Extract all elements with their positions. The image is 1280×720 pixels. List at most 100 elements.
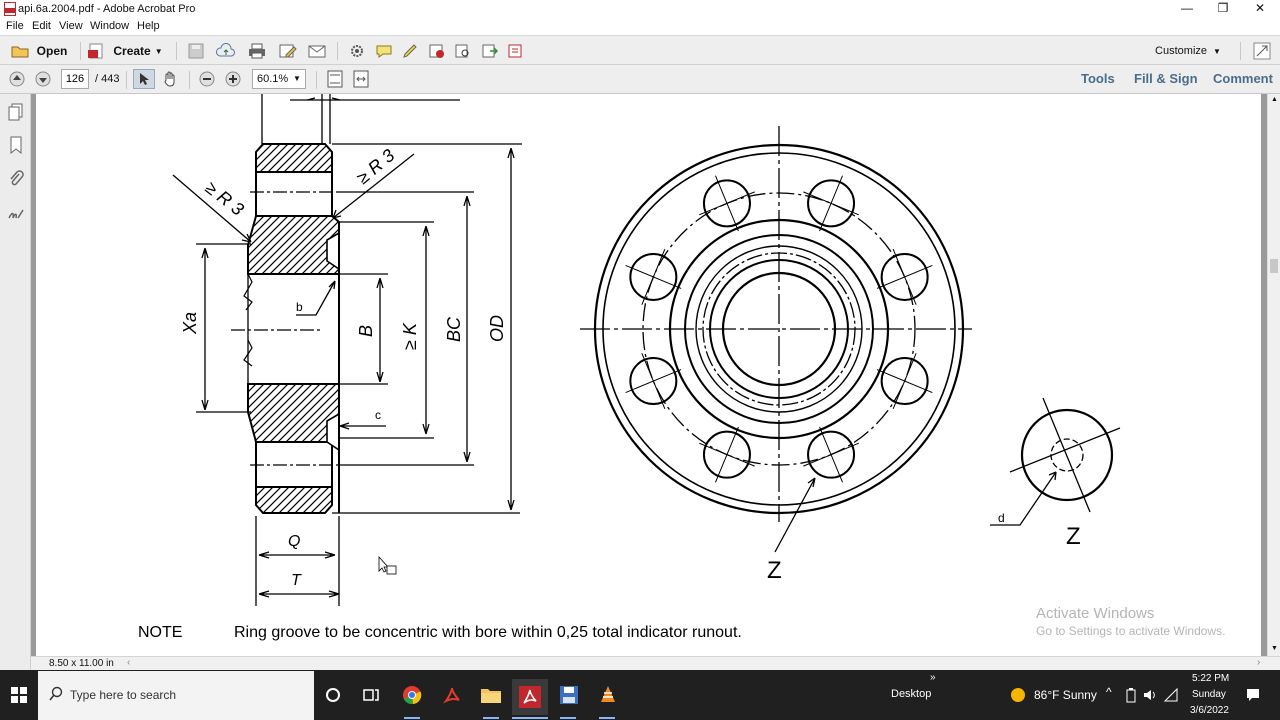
note-label: NOTE xyxy=(138,624,182,641)
running-indicator xyxy=(599,717,615,719)
weather-label[interactable]: 86°F Sunny xyxy=(1034,688,1097,702)
r3-right-label: ≥ R 3 xyxy=(353,145,399,188)
fill-sign-pane-button[interactable]: Fill & Sign xyxy=(1134,71,1198,86)
create-button[interactable]: Create ▼ xyxy=(87,41,163,61)
page-total: / 443 xyxy=(95,73,120,85)
redact-icon[interactable] xyxy=(428,43,446,59)
save-disk-icon[interactable] xyxy=(557,684,581,706)
minimize-button[interactable]: — xyxy=(1167,0,1207,18)
menu-file[interactable]: File xyxy=(6,20,24,32)
q-label: Q xyxy=(288,533,300,550)
tools-pane-button[interactable]: Tools xyxy=(1081,71,1115,86)
comment-pane-button[interactable]: Comment xyxy=(1213,71,1273,86)
desktop-toolbar-chevron-icon[interactable]: » xyxy=(930,672,936,683)
acrobat-pro-taskbar-icon[interactable] xyxy=(512,679,548,715)
cortana-icon[interactable] xyxy=(322,684,344,706)
status-bar: 8.50 x 11.00 in ‹ › xyxy=(31,656,1280,670)
print-icon[interactable] xyxy=(247,43,267,59)
cloud-upload-icon[interactable] xyxy=(216,43,236,59)
clock-date[interactable]: 3/6/2022 xyxy=(1190,705,1229,716)
window-title: api.6a.2004.pdf - Adobe Acrobat Pro xyxy=(18,3,196,15)
desktop-toolbar-label[interactable]: Desktop xyxy=(891,688,931,700)
z-flange-label: Z xyxy=(767,557,782,584)
toolbar-divider xyxy=(80,42,81,60)
clock-time[interactable]: 5:22 PM xyxy=(1192,673,1229,684)
notifications-icon[interactable] xyxy=(1244,686,1262,704)
edit-pdf-icon[interactable] xyxy=(278,43,298,59)
vlc-icon[interactable] xyxy=(596,684,620,706)
windows-start-icon[interactable] xyxy=(8,684,30,706)
form-icon[interactable] xyxy=(507,43,525,59)
bookmarks-icon[interactable] xyxy=(6,135,26,155)
fit-width-icon[interactable] xyxy=(351,69,371,89)
task-view-icon[interactable] xyxy=(360,684,382,706)
scroll-thumb[interactable] xyxy=(1270,259,1278,273)
chevron-down-icon: ▼ xyxy=(293,74,301,83)
signatures-icon[interactable] xyxy=(6,203,26,223)
main-toolbar: Open Create ▼ Customize ▼ xyxy=(0,35,1280,65)
c-label: c xyxy=(375,408,381,422)
vertical-scrollbar[interactable]: ▲ ▼ xyxy=(1267,94,1280,656)
document-search-icon[interactable] xyxy=(454,43,472,59)
acrobat-reader-icon[interactable] xyxy=(440,684,464,706)
menu-window[interactable]: Window xyxy=(90,20,129,32)
scroll-left-icon[interactable]: ‹ xyxy=(127,657,130,668)
select-tool-icon[interactable] xyxy=(133,69,155,89)
open-label: Open xyxy=(36,44,68,58)
save-icon[interactable] xyxy=(187,43,205,59)
hand-tool-icon[interactable] xyxy=(160,69,180,89)
menu-view[interactable]: View xyxy=(59,20,83,32)
page-thumbnails-icon[interactable] xyxy=(6,102,26,122)
volume-icon[interactable] xyxy=(1142,687,1158,703)
customize-label: Customize xyxy=(1155,45,1208,57)
sun-icon xyxy=(1010,687,1026,703)
customize-button[interactable]: Customize ▼ xyxy=(1150,41,1226,61)
open-button[interactable]: Open xyxy=(6,41,72,61)
comment-bubble-icon[interactable] xyxy=(375,43,393,59)
file-explorer-icon[interactable] xyxy=(479,684,503,706)
chrome-icon[interactable] xyxy=(400,684,424,706)
bolt-hole-centerline xyxy=(625,249,682,305)
r3-left-label: ≥ R 3 xyxy=(202,177,248,219)
restore-button[interactable]: ❐ xyxy=(1203,0,1243,18)
scroll-right-icon[interactable]: › xyxy=(1257,657,1260,668)
menu-help[interactable]: Help xyxy=(137,20,160,32)
pdf-page: ≥ R 3 ≥ R 3 Xa b B ≥ K BC OD c Q T Z d Z… xyxy=(36,94,1261,656)
export-icon[interactable] xyxy=(481,43,499,59)
scroll-up-icon[interactable]: ▲ xyxy=(1271,96,1278,103)
attachments-icon[interactable] xyxy=(6,169,26,189)
taskbar-search-box[interactable]: Type here to search xyxy=(38,671,314,720)
bolt-hole-centerline xyxy=(803,426,859,483)
tray-chevron-up-icon[interactable]: ^ xyxy=(1106,685,1112,699)
highlight-icon[interactable] xyxy=(401,43,419,59)
bc-label: BC xyxy=(444,316,464,342)
zoom-out-icon[interactable] xyxy=(198,70,216,88)
fullscreen-icon[interactable] xyxy=(1252,42,1272,60)
page-number-input[interactable] xyxy=(61,69,89,89)
bolt-hole-centerline xyxy=(876,353,933,409)
gear-icon[interactable] xyxy=(348,43,366,59)
scroll-down-icon[interactable]: ▼ xyxy=(1271,645,1278,652)
next-page-icon[interactable] xyxy=(34,70,52,88)
clock-day[interactable]: Sunday xyxy=(1192,689,1226,700)
k-label: ≥ K xyxy=(400,322,420,350)
email-icon[interactable] xyxy=(307,43,327,59)
fit-page-icon[interactable] xyxy=(325,69,345,89)
navigation-panel xyxy=(0,94,31,670)
running-indicator xyxy=(512,717,548,719)
b-big-label: B xyxy=(356,325,376,337)
battery-icon[interactable] xyxy=(1124,687,1138,703)
t-label: T xyxy=(291,572,302,589)
zoom-select[interactable]: 60.1% ▼ xyxy=(252,69,306,89)
network-icon[interactable] xyxy=(1163,687,1179,703)
previous-page-icon[interactable] xyxy=(8,70,26,88)
flange-technical-drawing: ≥ R 3 ≥ R 3 Xa b B ≥ K BC OD c Q T Z d Z… xyxy=(138,94,1225,641)
zoom-in-icon[interactable] xyxy=(224,70,242,88)
close-button[interactable]: ✕ xyxy=(1240,0,1280,18)
menu-edit[interactable]: Edit xyxy=(32,20,51,32)
toolbar-divider xyxy=(316,71,317,89)
create-label: Create xyxy=(113,44,151,58)
zoom-value: 60.1% xyxy=(257,73,289,85)
cursor-selection-icon xyxy=(386,565,397,575)
create-pdf-icon xyxy=(87,43,105,59)
